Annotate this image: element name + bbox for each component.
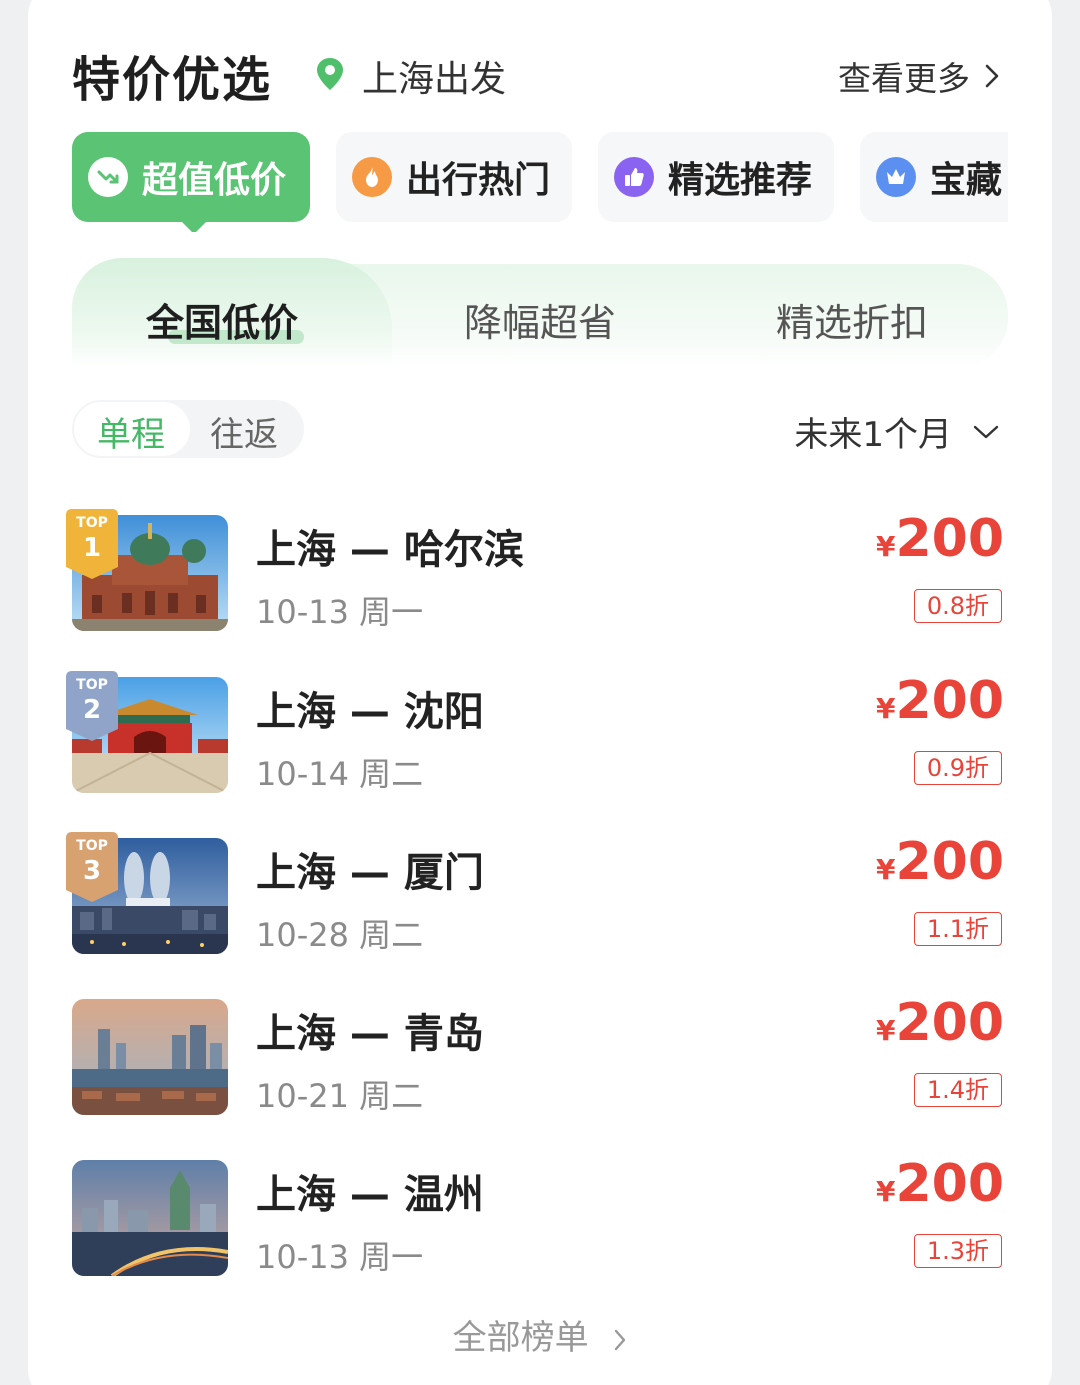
chevron-right-icon bbox=[985, 64, 999, 88]
currency-symbol: ¥ bbox=[875, 853, 896, 886]
rank-badge: TOP 3 bbox=[66, 832, 118, 902]
rank-badge: TOP 2 bbox=[66, 671, 118, 741]
category-label: 超值低价 bbox=[142, 160, 287, 201]
price: ¥200 bbox=[876, 509, 1004, 569]
price: ¥200 bbox=[876, 671, 1004, 731]
flight-row[interactable]: TOP 3 上海 — 厦门 10-28 周二 ¥200 1.1折 bbox=[66, 832, 1008, 956]
all-rankings-link[interactable]: 全部榜单 bbox=[0, 1310, 1080, 1359]
price: ¥200 bbox=[876, 1154, 1004, 1214]
category-tab-value[interactable]: 超值低价 bbox=[72, 132, 310, 232]
wenzhou-skyline-image bbox=[72, 1160, 228, 1276]
rank-top-label: TOP bbox=[76, 677, 108, 693]
discount-badge: 0.8折 bbox=[913, 589, 1002, 623]
rank-top-label: TOP bbox=[76, 838, 108, 854]
thumbs-up-icon bbox=[614, 157, 654, 197]
category-tabs: 超值低价 出行热门 精选推荐 宝藏 bbox=[72, 132, 1008, 232]
category-tab-recommend[interactable]: 精选推荐 bbox=[598, 132, 834, 222]
discount-badge: 1.4折 bbox=[913, 1073, 1002, 1107]
route-label: 上海 — 哈尔滨 bbox=[256, 527, 524, 573]
route-label: 上海 — 沈阳 bbox=[256, 689, 484, 735]
currency-symbol: ¥ bbox=[875, 530, 896, 563]
price-amount: 200 bbox=[895, 1154, 1004, 1214]
subtab-discount[interactable]: 精选折扣 bbox=[776, 292, 928, 347]
flight-date: 10-13 周一 bbox=[256, 593, 424, 631]
qingdao-skyline-image bbox=[72, 999, 228, 1115]
discount-badge: 0.9折 bbox=[913, 751, 1002, 785]
oneway-option[interactable]: 单程 bbox=[97, 407, 165, 456]
flame-icon bbox=[352, 157, 392, 197]
price: ¥200 bbox=[876, 993, 1004, 1053]
chevron-down-icon bbox=[973, 425, 999, 438]
chevron-right-icon bbox=[615, 1329, 626, 1350]
category-label: 宝藏 bbox=[930, 160, 1003, 201]
price-amount: 200 bbox=[895, 832, 1004, 892]
category-label: 出行热门 bbox=[406, 160, 551, 201]
subtab-drop-saver[interactable]: 降幅超省 bbox=[464, 292, 616, 347]
rank-number: 3 bbox=[82, 856, 102, 886]
category-label: 精选推荐 bbox=[668, 160, 813, 201]
period-dropdown[interactable]: 未来1个月 bbox=[794, 407, 1000, 456]
flight-date: 10-28 周二 bbox=[256, 916, 424, 954]
currency-symbol: ¥ bbox=[875, 692, 896, 725]
subtab-national-low[interactable]: 全国低价 bbox=[146, 292, 298, 347]
price-amount: 200 bbox=[895, 993, 1004, 1053]
rank-top-label: TOP bbox=[76, 515, 108, 531]
location-pin-icon bbox=[317, 58, 343, 90]
view-more-link[interactable]: 查看更多 bbox=[838, 52, 1000, 100]
route-label: 上海 — 青岛 bbox=[256, 1011, 484, 1057]
flight-row[interactable]: TOP 1 上海 — 哈尔滨 10-13 周一 ¥200 0.8折 bbox=[66, 509, 1008, 633]
rank-badge: TOP 1 bbox=[66, 509, 118, 579]
flight-row[interactable]: 上海 — 青岛 10-21 周二 ¥200 1.4折 bbox=[72, 993, 1008, 1117]
crown-icon bbox=[876, 157, 916, 197]
route-label: 上海 — 厦门 bbox=[256, 850, 484, 896]
flight-row[interactable]: 上海 — 温州 10-13 周一 ¥200 1.3折 bbox=[72, 1154, 1008, 1278]
route-label: 上海 — 温州 bbox=[256, 1172, 484, 1218]
section-title: 特价优选 bbox=[72, 52, 273, 108]
flight-date: 10-14 周二 bbox=[256, 755, 424, 793]
view-more-label: 查看更多 bbox=[838, 59, 970, 98]
rank-number: 2 bbox=[82, 695, 102, 725]
rank-number: 1 bbox=[82, 533, 102, 563]
discount-badge: 1.3折 bbox=[913, 1234, 1002, 1268]
flight-date: 10-21 周二 bbox=[256, 1077, 424, 1115]
roundtrip-option[interactable]: 往返 bbox=[210, 407, 278, 456]
category-tab-hot[interactable]: 出行热门 bbox=[336, 132, 572, 222]
period-label: 未来1个月 bbox=[794, 415, 952, 455]
price-amount: 200 bbox=[895, 671, 1004, 731]
currency-symbol: ¥ bbox=[875, 1014, 896, 1047]
price-amount: 200 bbox=[895, 509, 1004, 569]
flight-row[interactable]: TOP 2 上海 — 沈阳 10-14 周二 ¥200 0.9折 bbox=[66, 671, 1008, 795]
discount-badge: 1.1折 bbox=[913, 912, 1002, 946]
price: ¥200 bbox=[876, 832, 1004, 892]
departure-city[interactable]: 上海出发 bbox=[362, 50, 506, 102]
flight-date: 10-13 周一 bbox=[256, 1238, 424, 1276]
currency-symbol: ¥ bbox=[875, 1175, 896, 1208]
all-rankings-label: 全部榜单 bbox=[452, 1318, 589, 1358]
trend-down-icon bbox=[88, 157, 128, 197]
category-tab-treasure[interactable]: 宝藏 bbox=[860, 132, 1008, 222]
